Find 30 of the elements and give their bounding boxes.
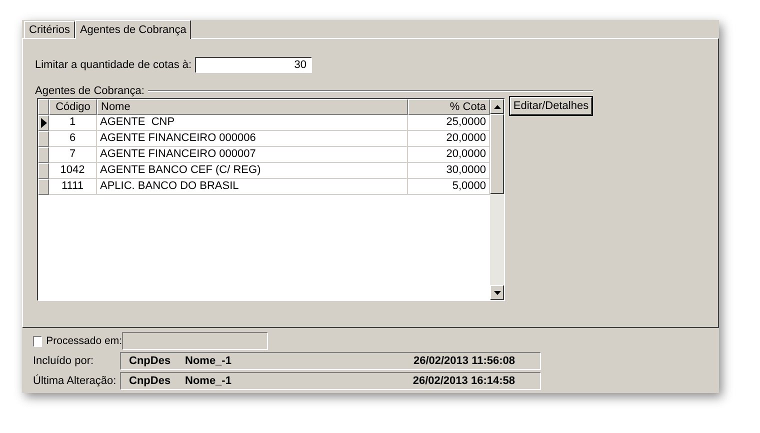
column-header[interactable]: Código <box>49 99 97 115</box>
audit-label: Última Alteração: <box>33 375 118 387</box>
table-cell: 1 <box>49 115 97 131</box>
scroll-up-icon[interactable] <box>494 104 500 108</box>
current-row-icon <box>40 118 46 128</box>
table-cell: APLIC. BANCO DO BRASIL <box>97 179 408 195</box>
table-cell: 7 <box>49 147 97 163</box>
table-cell: AGENTE FINANCEIRO 000007 <box>97 147 408 163</box>
table-cell: AGENTE CNP <box>97 115 408 131</box>
table-cell: 1042 <box>49 163 97 179</box>
audit-field: CnpDes Nome_-1 26/02/2013 11:56:08 <box>120 352 541 370</box>
table-cell: AGENTE BANCO CEF (C/ REG) <box>97 163 408 179</box>
scrollbar[interactable] <box>490 99 504 300</box>
tab[interactable]: Agentes de Cobrança <box>74 20 192 39</box>
table-cell: 6 <box>49 131 97 147</box>
tab[interactable]: Critérios <box>24 21 75 38</box>
limit-field[interactable]: 30 <box>194 57 312 73</box>
group-title: Agentes de Cobrança: <box>35 85 144 97</box>
column-header[interactable]: Nome <box>97 99 408 115</box>
edit-details-button[interactable]: Editar/Detalhes <box>510 97 592 115</box>
audit-label: Incluído por: <box>33 355 95 367</box>
column-header[interactable]: % Cota <box>408 99 490 115</box>
processed-label: Processado em: <box>46 335 122 347</box>
limit-label: Limitar a quantidade de cotas à: <box>35 59 192 71</box>
table-cell: 1111 <box>49 179 97 195</box>
table-cell: AGENTE FINANCEIRO 000006 <box>97 131 408 147</box>
audit-field: CnpDes Nome_-1 26/02/2013 16:14:58 <box>120 372 541 390</box>
processed-checkbox[interactable] <box>33 336 42 346</box>
scroll-down-icon[interactable] <box>494 290 500 294</box>
row-indicator[interactable] <box>38 115 49 131</box>
